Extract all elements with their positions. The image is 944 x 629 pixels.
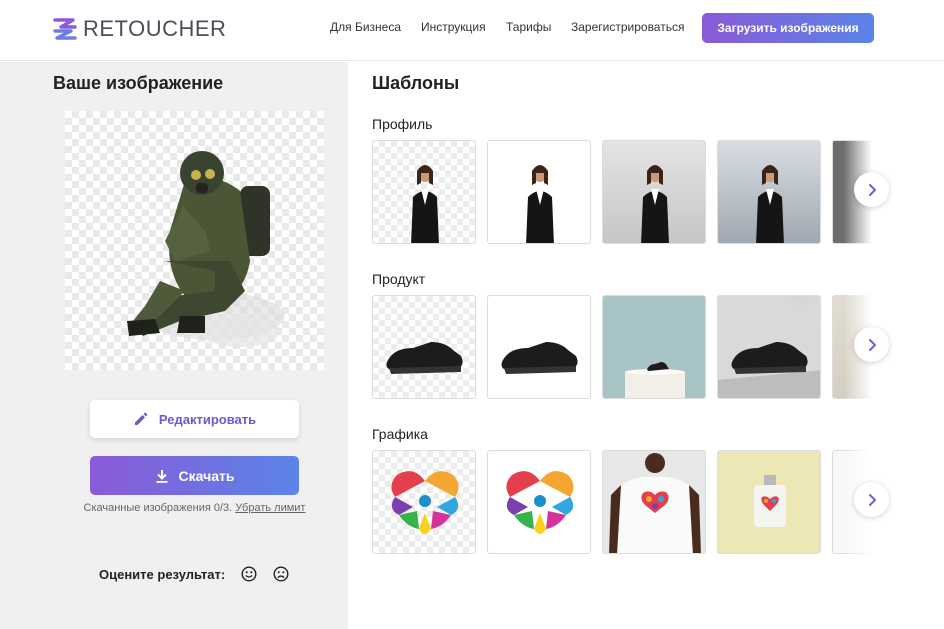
nav-register[interactable]: Зарегистрироваться <box>571 20 684 34</box>
nav-instructions[interactable]: Инструкция <box>421 20 486 34</box>
logo[interactable]: RETOUCHER <box>53 16 226 42</box>
download-icon <box>156 469 168 483</box>
template-graphics-4[interactable] <box>717 450 821 554</box>
download-label: Скачать <box>178 467 235 484</box>
template-graphics-3[interactable] <box>602 450 706 554</box>
template-row-profile <box>372 140 872 244</box>
row-title-product: Продукт <box>372 271 426 287</box>
template-profile-4[interactable] <box>717 140 821 244</box>
next-arrow-profile[interactable] <box>854 172 889 207</box>
row-title-graphics: Графика <box>372 426 428 442</box>
template-graphics-1[interactable] <box>372 450 476 554</box>
template-product-2[interactable] <box>487 295 591 399</box>
next-arrow-product[interactable] <box>854 327 889 362</box>
result-image <box>65 111 324 370</box>
upload-images-button[interactable]: Загрузить изображения <box>702 13 874 43</box>
template-product-3[interactable] <box>602 295 706 399</box>
logo-text: RETOUCHER <box>83 16 227 41</box>
edit-label: Редактировать <box>158 411 257 427</box>
template-profile-3[interactable] <box>602 140 706 244</box>
rating-label: Оцените результат: <box>99 566 226 582</box>
template-row-graphics <box>372 450 872 554</box>
result-panel: Ваше изображение Редактировать Скачать С… <box>0 62 348 629</box>
logo-icon <box>53 18 77 40</box>
person <box>411 165 439 243</box>
templates-title: Шаблоны <box>372 73 460 93</box>
chevron-right-icon <box>868 338 876 351</box>
pencil-icon <box>134 412 148 425</box>
nav-business[interactable]: Для Бизнеса <box>330 20 401 34</box>
smile-icon[interactable] <box>241 566 257 582</box>
next-arrow-graphics[interactable] <box>854 482 889 517</box>
download-quota: Скачанные изображения 0/3. Убрать лимит <box>0 502 389 514</box>
template-graphics-2[interactable] <box>487 450 591 554</box>
template-product-4[interactable] <box>717 295 821 399</box>
row-title-profile: Профиль <box>372 116 433 132</box>
result-title: Ваше изображение <box>53 73 224 93</box>
remove-limit-link[interactable]: Убрать лимит <box>235 502 305 514</box>
sad-face-icon[interactable] <box>273 566 289 582</box>
chevron-right-icon <box>868 493 876 506</box>
template-profile-1[interactable] <box>372 140 476 244</box>
template-profile-2[interactable] <box>487 140 591 244</box>
top-header: RETOUCHER Для Бизнеса Инструкция Тарифы … <box>0 0 944 61</box>
template-product-1[interactable] <box>372 295 476 399</box>
template-row-product <box>372 295 872 399</box>
download-button[interactable]: Скачать <box>90 456 299 495</box>
rating: Оцените результат: <box>99 566 289 582</box>
chevron-right-icon <box>868 183 876 196</box>
nav-pricing[interactable]: Тарифы <box>506 20 551 34</box>
download-quota-text: Скачанные изображения 0/3. <box>83 502 233 514</box>
edit-button[interactable]: Редактировать <box>90 400 299 438</box>
